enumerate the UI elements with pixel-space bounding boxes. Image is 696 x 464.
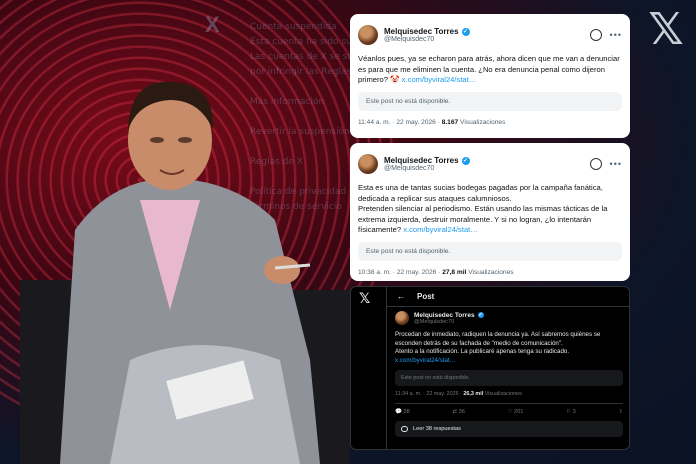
repost-button[interactable]: ⇄ 36 xyxy=(452,409,464,415)
grok-icon[interactable] xyxy=(589,29,602,41)
tweet-meta: 11:44 a. m. · 22 may. 2026 · 8.167 Visua… xyxy=(358,118,506,126)
reply-icon: 💬 xyxy=(395,409,402,416)
read-replies-button[interactable]: Leer 38 respuestas xyxy=(395,421,623,438)
more-options-icon[interactable]: ••• xyxy=(610,30,622,40)
tweet-card-2[interactable]: Melquisedec Torres ✓ @Melquisdec70 ••• Es… xyxy=(350,143,630,281)
tweet-link[interactable]: x.com/byviral24/stat… xyxy=(403,225,478,234)
reply-button[interactable]: 💬 38 xyxy=(395,409,410,415)
more-options-icon[interactable]: ••• xyxy=(610,159,622,169)
page-title: Post xyxy=(417,292,435,301)
like-button[interactable]: ♡ 201 xyxy=(507,409,523,415)
author-handle[interactable]: @Melquisdec70 xyxy=(384,165,590,172)
reply-bubble-icon xyxy=(401,426,408,433)
views-count: 8.167 xyxy=(441,118,459,126)
tweet-link[interactable]: x.com/byviral24/stat… xyxy=(402,75,477,84)
share-button[interactable]: ⇪ xyxy=(618,409,623,415)
views-count: 27,8 mil xyxy=(442,268,467,276)
action-bar: 💬 38 ⇄ 36 ♡ 201 ⚐ 3 ⇪ xyxy=(395,403,623,415)
x-logo-faint-icon: X xyxy=(205,12,220,37)
author-name[interactable]: Melquisedec Torres xyxy=(384,156,459,165)
verified-badge-icon: ✓ xyxy=(461,27,470,36)
x-home-icon[interactable]: 𝕏 xyxy=(359,291,370,307)
heart-icon: ♡ xyxy=(507,409,513,416)
author-handle[interactable]: @Melquisdec70 xyxy=(414,319,484,325)
avatar[interactable] xyxy=(358,25,378,45)
person-photo xyxy=(20,81,350,464)
tweet-meta: 11:34 a. m. · 22 may. 2026 · 26,3 mil Vi… xyxy=(395,391,522,398)
tweet-meta: 10:38 a. m. · 22 may. 2026 · 27,8 mil Vi… xyxy=(358,268,514,276)
repost-icon: ⇄ xyxy=(452,409,458,416)
verified-badge-icon: ✓ xyxy=(461,156,470,165)
views-count: 26,3 mil xyxy=(463,391,484,398)
grok-icon[interactable] xyxy=(589,158,602,170)
unavailable-post: Este post no está disponible. xyxy=(358,241,622,261)
tweet-header: Melquisedec Torres ✓ @Melquisdec70 xyxy=(395,309,623,327)
tweet-text: Esta es una de tantas sucias bodegas pag… xyxy=(358,183,608,235)
tweet-link[interactable]: x.com/byviral24/stat… xyxy=(395,357,456,364)
author-handle[interactable]: @Melquisdec70 xyxy=(384,36,590,43)
unavailable-post: Este post no está disponible. xyxy=(358,91,622,111)
back-arrow-icon[interactable]: ← xyxy=(397,292,405,301)
share-icon: ⇪ xyxy=(618,409,623,416)
tweet-card-3-dark[interactable]: 𝕏 ← Post Melquisedec Torres ✓ @Melquisdec… xyxy=(350,286,630,450)
bookmark-button[interactable]: ⚐ 3 xyxy=(566,409,576,415)
tweet-header: Melquisedec Torres ✓ @Melquisdec70 ••• xyxy=(358,22,622,48)
avatar[interactable] xyxy=(358,154,378,174)
avatar[interactable] xyxy=(395,311,409,325)
author-name[interactable]: Melquisedec Torres xyxy=(384,27,459,36)
post-main: Melquisedec Torres ✓ @Melquisdec70 Proced… xyxy=(395,309,623,438)
author-name[interactable]: Melquisedec Torres xyxy=(414,312,475,319)
unavailable-post: Este post no está disponible. xyxy=(395,370,623,387)
hand xyxy=(264,256,300,284)
post-header-bar: ← Post xyxy=(387,287,629,307)
verified-badge-icon: ✓ xyxy=(477,312,484,318)
bookmark-icon: ⚐ xyxy=(566,409,572,416)
tweet-text: Véanlos pues, ya se echaron para atrás, … xyxy=(358,54,620,85)
tweet-text: Procedan de inmediato, radiquen la denun… xyxy=(395,331,601,364)
tweet-header: Melquisedec Torres ✓ @Melquisdec70 ••• xyxy=(358,151,622,177)
sidebar: 𝕏 xyxy=(351,287,387,449)
x-logo-icon: 𝕏 xyxy=(648,4,684,55)
tweet-card-1[interactable]: Melquisedec Torres ✓ @Melquisdec70 ••• Vé… xyxy=(350,14,630,138)
